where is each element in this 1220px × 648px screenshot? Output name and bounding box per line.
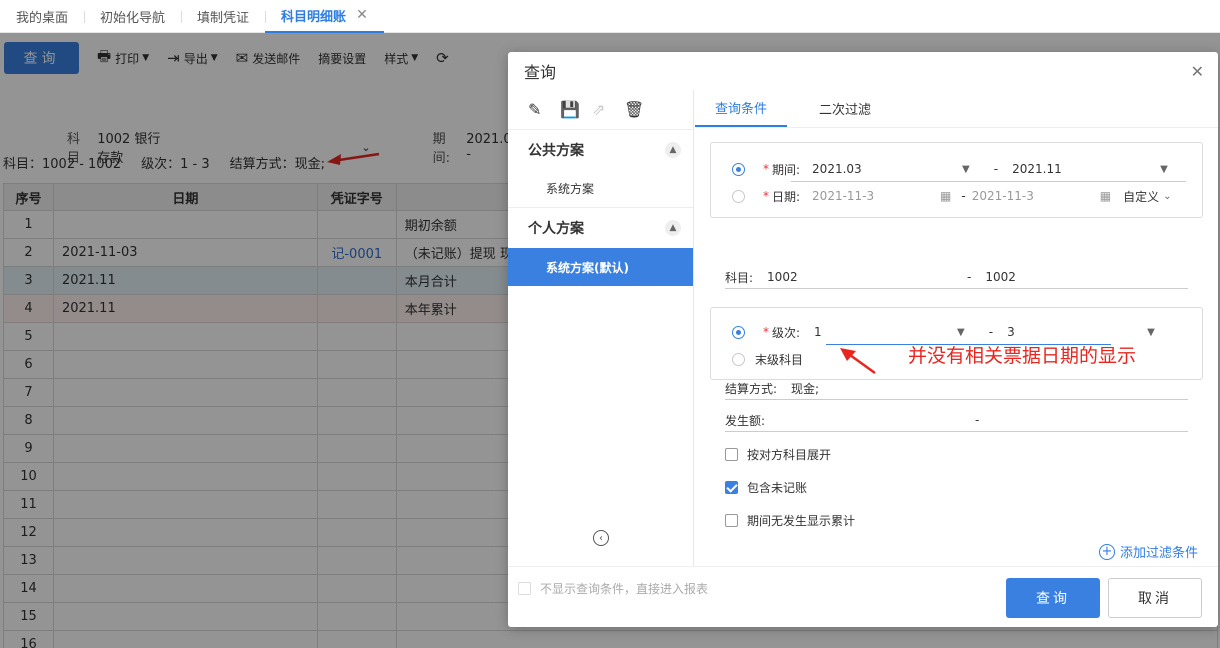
cumulative-label: 期间无发生显示累计 xyxy=(747,513,856,528)
dialog-footer: 不显示查询条件，直接进入报表 查询 取消 xyxy=(508,566,1218,627)
chevron-up-icon[interactable]: ▲ xyxy=(665,142,681,158)
level-label: 级次: xyxy=(772,325,801,340)
required-mark: * xyxy=(763,189,769,203)
save-icon[interactable]: 💾 xyxy=(560,100,592,119)
share-icon[interactable]: ⇗ xyxy=(592,100,624,119)
chevron-down-icon[interactable]: ▼ xyxy=(962,164,970,175)
calendar-icon[interactable]: ▦ xyxy=(1100,189,1111,203)
leaf-subject-row: 末级科目 xyxy=(732,348,803,370)
subject-to-input[interactable]: 1002 xyxy=(985,270,1016,284)
range-separator: - xyxy=(993,162,999,176)
date-radio[interactable] xyxy=(732,189,745,203)
tab-secondary-filter[interactable]: 二次过滤 xyxy=(799,89,891,127)
subject-from-input[interactable]: 1002 xyxy=(767,270,967,284)
leaf-radio[interactable] xyxy=(732,352,745,366)
unposted-checkbox[interactable] xyxy=(725,480,738,494)
condition-tabs: 查询条件 二次过滤 xyxy=(695,90,1218,128)
settle-value[interactable]: 现金; xyxy=(791,380,819,397)
skip-conditions-label: 不显示查询条件，直接进入报表 xyxy=(540,582,709,596)
dialog-cancel-button[interactable]: 取消 xyxy=(1108,578,1202,618)
annotation-text: 并没有相关票据日期的显示 xyxy=(908,345,1137,367)
tab-query-conditions[interactable]: 查询条件 xyxy=(695,89,788,127)
add-filter-button[interactable]: + 添加过滤条件 xyxy=(1098,542,1198,561)
tab-label: 科目明细账 xyxy=(281,9,347,25)
scheme-item-system-default[interactable]: 系统方案(默认) xyxy=(508,248,693,286)
subject-row: 科目: 1002 - 1002 xyxy=(725,266,1188,288)
scheme-toolbar: ✎ 💾 ⇗ 🗑 xyxy=(508,90,693,130)
dialog-query-button[interactable]: 查询 xyxy=(1006,578,1100,618)
cumulative-checkbox[interactable] xyxy=(725,513,738,527)
expand-checkbox[interactable] xyxy=(725,447,738,461)
level-to-select[interactable]: 3 xyxy=(1007,325,1147,339)
cumulative-option[interactable]: 期间无发生显示累计 xyxy=(725,509,855,531)
chevron-down-icon[interactable]: ⌄ xyxy=(1163,191,1171,202)
public-scheme-group[interactable]: 公共方案 ▲ xyxy=(508,130,693,170)
group-label: 个人方案 xyxy=(528,221,584,237)
chevron-down-icon[interactable]: ▼ xyxy=(1147,327,1155,338)
range-separator: - xyxy=(961,189,966,203)
level-row: * 级次: 1 ▼ - 3 ▼ xyxy=(732,321,1192,343)
tab-subject-ledger[interactable]: 科目明细账 ✕ xyxy=(265,0,384,33)
period-label: 期间: xyxy=(772,162,801,177)
expand-option[interactable]: 按对方科目展开 xyxy=(725,443,831,465)
condition-panel: 查询条件 二次过滤 * 期间: 2021.03 ▼ - 2021.11 ▼ * … xyxy=(695,90,1218,566)
plus-circle-icon: + xyxy=(1098,543,1115,560)
calendar-icon[interactable]: ▦ xyxy=(940,189,951,203)
date-mode-select[interactable]: 自定义 xyxy=(1123,188,1159,205)
range-separator: - xyxy=(967,270,972,284)
dialog-title: 查询 xyxy=(524,63,557,82)
dialog-header: 查询 xyxy=(508,52,1218,90)
required-mark: * xyxy=(763,162,769,176)
range-separator: - xyxy=(975,413,980,427)
unposted-option[interactable]: 包含未记账 xyxy=(725,476,807,498)
annotation-arrow xyxy=(840,348,876,375)
skip-conditions-checkbox[interactable] xyxy=(518,582,531,595)
tab-label: 我的桌面 xyxy=(16,10,69,26)
settle-label: 结算方式: xyxy=(725,381,778,396)
period-radio[interactable] xyxy=(732,162,745,176)
date-from-input[interactable]: 2021-11-3 xyxy=(812,189,940,203)
personal-scheme-group[interactable]: 个人方案 ▲ xyxy=(508,208,693,248)
trash-icon[interactable]: 🗑 xyxy=(624,100,656,119)
close-icon[interactable]: ✕ xyxy=(1191,62,1204,81)
unposted-label: 包含未记账 xyxy=(747,480,808,495)
level-radio[interactable] xyxy=(732,325,745,339)
tab-init-nav[interactable]: 初始化导航 xyxy=(84,0,181,33)
period-from-select[interactable]: 2021.03 xyxy=(812,162,962,176)
required-mark: * xyxy=(763,325,769,339)
chevron-up-icon[interactable]: ▲ xyxy=(665,220,681,236)
level-from-select[interactable]: 1 xyxy=(814,325,957,339)
date-label: 日期: xyxy=(772,189,801,204)
tab-label: 初始化导航 xyxy=(100,10,166,26)
chevron-left-icon[interactable]: ‹ xyxy=(593,530,609,546)
range-separator: - xyxy=(988,325,994,339)
group-label: 公共方案 xyxy=(528,143,584,159)
expand-label: 按对方科目展开 xyxy=(747,447,832,462)
tab-desktop[interactable]: 我的桌面 xyxy=(0,0,84,33)
amount-label: 发生额: xyxy=(725,413,766,428)
leaf-label: 末级科目 xyxy=(755,352,804,367)
query-dialog: 查询 ✕ ✎ 💾 ⇗ 🗑 公共方案 ▲ 系统方案 个人方案 ▲ 系统方案(默认)… xyxy=(508,52,1218,627)
chevron-down-icon[interactable]: ▼ xyxy=(957,327,965,338)
amount-row: 发生额: - xyxy=(725,409,1188,431)
date-row: * 日期: 2021-11-3 ▦ - 2021-11-3 ▦ 自定义 ⌄ xyxy=(732,185,1192,207)
scheme-item-system[interactable]: 系统方案 xyxy=(508,170,693,208)
subject-label: 科目: xyxy=(725,270,754,285)
settle-row: 结算方式: 现金; xyxy=(725,377,1188,399)
close-icon[interactable]: ✕ xyxy=(356,7,368,23)
skip-conditions-option[interactable]: 不显示查询条件，直接进入报表 xyxy=(518,580,708,597)
add-filter-label: 添加过滤条件 xyxy=(1119,546,1198,561)
edit-icon[interactable]: ✎ xyxy=(528,100,560,119)
tab-voucher[interactable]: 填制凭证 xyxy=(181,0,265,33)
tab-label: 填制凭证 xyxy=(197,10,250,26)
scheme-panel: ✎ 💾 ⇗ 🗑 公共方案 ▲ 系统方案 个人方案 ▲ 系统方案(默认) ‹ xyxy=(508,90,694,566)
top-tab-bar: 我的桌面 初始化导航 填制凭证 科目明细账 ✕ xyxy=(0,0,1220,33)
period-to-select[interactable]: 2021.11 xyxy=(1012,162,1160,176)
period-row: * 期间: 2021.03 ▼ - 2021.11 ▼ xyxy=(732,158,1187,180)
date-to-input[interactable]: 2021-11-3 xyxy=(972,189,1100,203)
chevron-down-icon[interactable]: ▼ xyxy=(1160,164,1168,175)
